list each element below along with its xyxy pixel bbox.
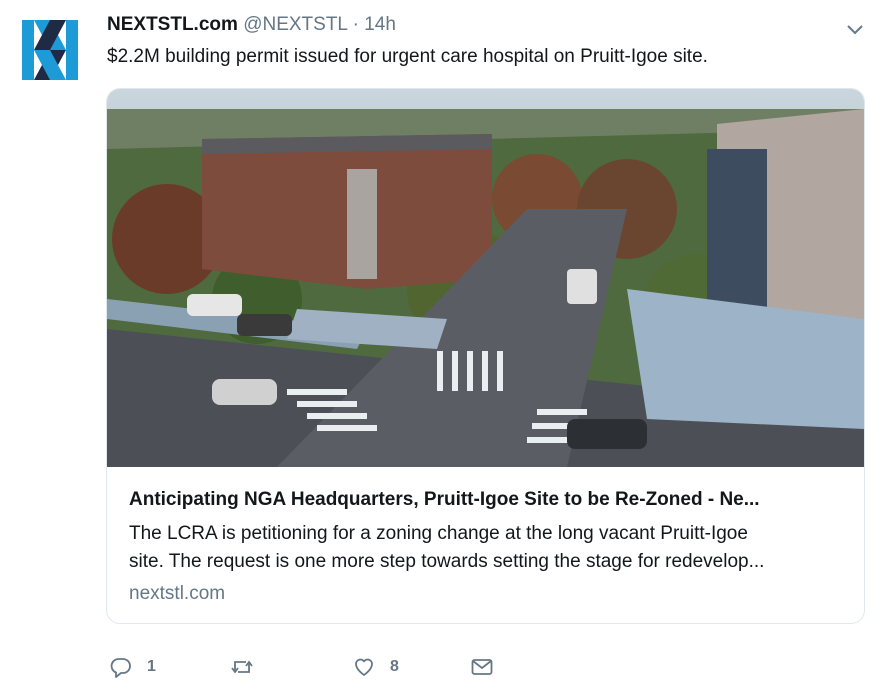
message-icon [471,659,493,675]
tweet-text: $2.2M building permit issued for urgent … [107,46,708,67]
reply-icon [110,658,131,678]
link-card[interactable]: Anticipating NGA Headquarters, Pruitt-Ig… [106,88,865,624]
card-image[interactable] [107,89,864,467]
separator-dot: · [352,14,359,35]
avatar[interactable] [20,18,80,82]
card-description-line: The LCRA is petitioning for a zoning cha… [129,523,748,544]
message-button[interactable] [470,652,494,682]
card-domain[interactable]: nextstl.com [129,583,225,605]
like-button[interactable]: 8 [352,652,399,682]
card-title[interactable]: Anticipating NGA Headquarters, Pruitt-Ig… [129,489,760,511]
chevron-down-icon[interactable] [846,22,864,36]
author-handle[interactable]: @NEXTSTL [243,14,347,35]
like-count: 8 [390,658,399,675]
tweet-header: NEXTSTL.com @NEXTSTL · 14h [107,14,396,36]
card-description-line: site. The request is one more step towar… [129,551,765,572]
tweet-time[interactable]: 14h [364,14,396,35]
retweet-icon [231,660,253,674]
retweet-button[interactable] [230,652,268,682]
tweet-actions: 1 8 [107,652,527,682]
nextstl-logo [22,20,78,80]
author-name[interactable]: NEXTSTL.com [107,14,238,35]
card-description: The LCRA is petitioning for a zoning cha… [129,520,849,576]
like-icon [355,658,373,676]
reply-button[interactable]: 1 [109,652,156,682]
reply-count: 1 [147,658,156,675]
